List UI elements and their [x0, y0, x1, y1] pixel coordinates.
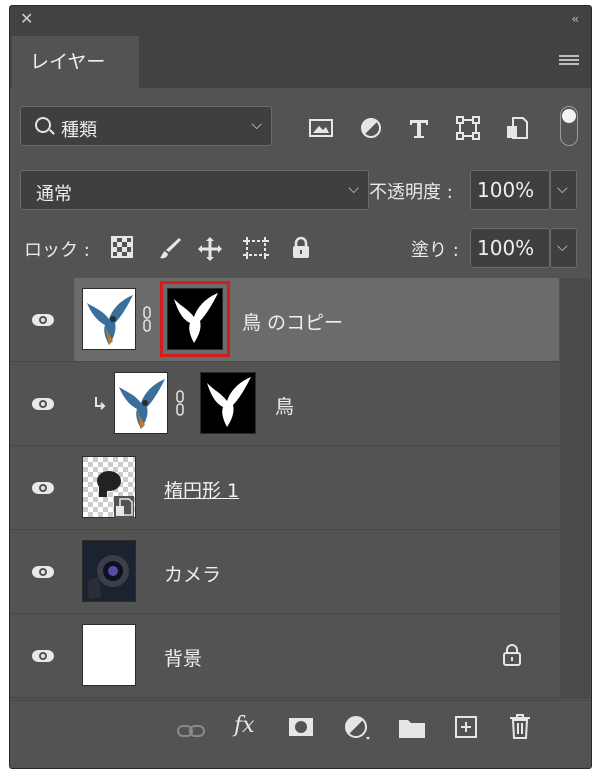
- visibility-eye-icon[interactable]: [32, 650, 54, 662]
- new-group-folder-icon[interactable]: [398, 717, 426, 739]
- tab-layers[interactable]: レイヤー: [12, 36, 139, 88]
- shape-filter-icon[interactable]: [455, 116, 481, 140]
- fill-input[interactable]: 100%: [470, 228, 550, 268]
- blend-mode-select[interactable]: 通常 ⌵: [20, 170, 369, 210]
- layer-locked-icon[interactable]: [503, 644, 521, 666]
- visibility-eye-icon[interactable]: [32, 482, 54, 494]
- layer-name[interactable]: カメラ: [164, 560, 221, 587]
- chevron-down-icon: ⌵: [557, 181, 568, 197]
- adjustment-filter-icon[interactable]: [358, 116, 384, 140]
- layer-name[interactable]: 鳥: [275, 392, 294, 419]
- opacity-label: 不透明度 :: [369, 182, 453, 203]
- fill-dropdown-button[interactable]: ⌵: [550, 228, 577, 268]
- lock-transparent-pixels-icon[interactable]: [111, 236, 133, 258]
- layer-mask-thumbnail[interactable]: [167, 288, 223, 350]
- layers-list: 鳥 のコピー 鳥 楕円形 1 カメラ 背景: [10, 278, 591, 699]
- layer-mask-thumbnail[interactable]: [200, 372, 256, 434]
- visibility-eye-icon[interactable]: [32, 398, 54, 410]
- bird-silhouette-mask: [174, 293, 218, 343]
- layer-thumbnail: [82, 624, 136, 686]
- layer-row[interactable]: 鳥: [10, 362, 591, 446]
- smart-object-filter-icon[interactable]: [504, 116, 530, 140]
- fx-effects-button[interactable]: fx: [234, 713, 255, 738]
- chevron-down-icon: ⌵: [557, 239, 568, 255]
- layer-row[interactable]: カメラ: [10, 530, 591, 614]
- lock-artboard-icon[interactable]: [242, 236, 270, 260]
- delete-layer-trash-icon[interactable]: [509, 713, 531, 739]
- link-layers-icon[interactable]: [177, 723, 205, 739]
- layers-footer-toolbar: fx: [10, 700, 591, 768]
- panel-menu-icon[interactable]: [559, 55, 579, 67]
- search-icon: [35, 117, 51, 133]
- panel-titlebar: ✕ ‹‹: [10, 6, 591, 33]
- opacity-dropdown-button[interactable]: ⌵: [550, 170, 577, 210]
- layer-thumbnail: [82, 288, 136, 350]
- blend-mode-value: 通常: [36, 184, 72, 205]
- layer-row[interactable]: 鳥 のコピー: [10, 278, 591, 362]
- clipping-mask-arrow-icon: [95, 397, 106, 410]
- chevron-down-icon: ⌵: [251, 117, 262, 133]
- type-filter-icon[interactable]: [406, 116, 432, 140]
- layer-name[interactable]: 背景: [164, 644, 202, 671]
- fill-value: 100%: [477, 236, 535, 260]
- layer-thumbnail: [114, 372, 168, 434]
- fill-label: 塗り :: [411, 240, 459, 261]
- filter-toggle[interactable]: [560, 106, 578, 146]
- layer-row[interactable]: 楕円形 1: [10, 446, 591, 530]
- layer-name[interactable]: 鳥 のコピー: [242, 308, 343, 335]
- filter-kind-label: 種類: [61, 120, 97, 141]
- opacity-value: 100%: [477, 178, 535, 202]
- layer-row[interactable]: 背景: [10, 614, 591, 698]
- image-filter-icon[interactable]: [308, 116, 334, 140]
- layer-name[interactable]: 楕円形 1: [164, 476, 239, 503]
- visibility-eye-icon[interactable]: [32, 314, 54, 326]
- layers-panel: ✕ ‹‹ レイヤー 種類 ⌵ 通常 ⌵ 不透明度 : 100% ⌵ ロック: …: [9, 5, 592, 769]
- bird-image: [87, 295, 133, 345]
- visibility-eye-icon[interactable]: [32, 566, 54, 578]
- bird-image: [119, 379, 165, 429]
- lock-all-icon[interactable]: [291, 236, 311, 260]
- camera-image: [83, 541, 135, 601]
- lock-image-pixels-brush-icon[interactable]: [158, 236, 182, 260]
- mask-link-icon[interactable]: [143, 306, 151, 332]
- lock-position-move-icon[interactable]: [197, 236, 223, 262]
- opacity-input[interactable]: 100%: [470, 170, 550, 210]
- new-layer-icon[interactable]: [454, 715, 478, 739]
- bird-silhouette-mask: [207, 377, 251, 427]
- new-adjustment-layer-icon[interactable]: [344, 715, 372, 743]
- mask-link-icon[interactable]: [176, 390, 184, 416]
- close-icon[interactable]: ✕: [20, 11, 33, 27]
- filter-kind-select[interactable]: 種類 ⌵: [20, 106, 272, 146]
- layer-thumbnail: [82, 540, 136, 602]
- smart-object-badge-icon: [114, 496, 134, 518]
- tab-bar: レイヤー: [10, 33, 591, 88]
- collapse-icon[interactable]: ‹‹: [571, 12, 578, 26]
- lock-label: ロック :: [24, 240, 90, 261]
- chevron-down-icon: ⌵: [348, 181, 359, 197]
- add-mask-icon[interactable]: [288, 717, 314, 739]
